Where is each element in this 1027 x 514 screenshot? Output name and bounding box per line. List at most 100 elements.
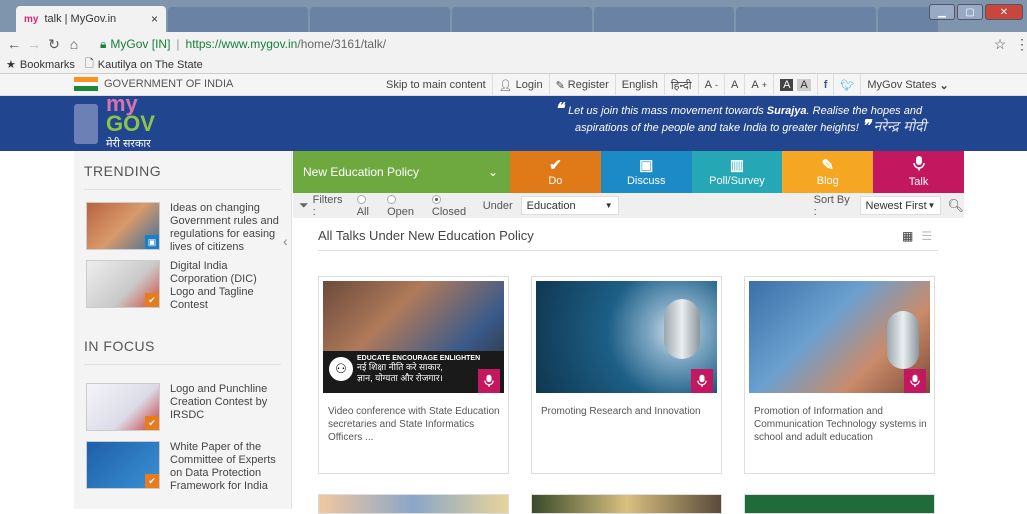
sort-value: Newest First — [865, 199, 927, 212]
url-path: /home/3161/talk/ — [297, 37, 387, 51]
microphone-graphic-icon — [887, 311, 919, 369]
dark-contrast-button[interactable]: A — [780, 79, 794, 91]
policy-dropdown[interactable]: New Education Policy ⌄ — [293, 151, 510, 193]
policy-label: New Education Policy — [303, 165, 420, 179]
talk-card-image — [536, 281, 717, 393]
user-icon: 👤︎ — [498, 79, 513, 92]
tab-label: Talk — [908, 176, 929, 188]
tab-title: talk | MyGov.in — [44, 13, 117, 25]
english-link[interactable]: English — [614, 74, 664, 96]
list-view-icon[interactable]: ☰ — [921, 229, 932, 243]
skip-link[interactable]: Skip to main content — [380, 74, 492, 96]
back-icon[interactable]: ← — [4, 36, 24, 52]
page-icon: 🗋 — [84, 58, 94, 70]
trending-thumbnail: ▣ — [86, 202, 160, 250]
talk-card[interactable]: Promoting Research and Innovation — [531, 276, 722, 474]
in-focus-item[interactable]: ✔ Logo and Punchline Creation Contest by… — [74, 379, 291, 437]
tab-label: Do — [548, 174, 563, 187]
tab-discuss[interactable]: ▣ Discuss — [600, 151, 692, 193]
tab-label: Blog — [816, 174, 839, 187]
login-link[interactable]: 👤︎ Login — [491, 74, 549, 96]
bookmark-item[interactable]: 🗋 Kautilya on The State — [85, 55, 203, 74]
sort-label: Sort By : — [813, 193, 850, 218]
trending-heading: TRENDING — [84, 163, 162, 179]
microphone-icon — [904, 369, 926, 393]
window-controls: ▁ ▢ ✕ — [929, 4, 1023, 20]
menu-icon[interactable]: ⋮ — [1012, 36, 1027, 53]
microphone-icon — [912, 156, 925, 174]
talk-card[interactable] — [531, 494, 722, 514]
close-window-icon[interactable]: ✕ — [985, 4, 1023, 20]
title-divider — [318, 250, 938, 251]
font-decrease-label: A — [704, 79, 712, 91]
india-flag-icon — [74, 77, 98, 92]
radio-icon — [387, 195, 397, 205]
browser-tab-inactive[interactable] — [168, 7, 308, 32]
font-increase-button[interactable]: A + — [744, 74, 773, 96]
browser-tab-inactive[interactable] — [736, 7, 876, 32]
browser-tab-inactive[interactable] — [594, 7, 734, 32]
talk-card[interactable] — [318, 494, 509, 514]
trending-text: Ideas on changing Government rules and r… — [170, 202, 279, 253]
home-icon[interactable]: ⌂ — [64, 36, 84, 52]
lock-icon: 🔒︎ — [100, 36, 107, 51]
browser-tab-inactive[interactable] — [452, 7, 592, 32]
close-tab-icon[interactable]: × — [151, 12, 158, 26]
tab-poll-survey[interactable]: ▥ Poll/Survey — [691, 151, 783, 193]
trending-item[interactable]: ▣ Ideas on changing Government rules and… — [74, 198, 291, 256]
radio-all[interactable]: All — [356, 194, 379, 218]
chevron-down-icon: ⌄ — [939, 79, 949, 92]
search-icon[interactable]: 🔍︎ — [947, 198, 964, 214]
talk-card-caption: Video conference with State Education se… — [328, 406, 500, 443]
tab-do[interactable]: ✔ Do — [510, 151, 601, 193]
view-toggle: ▦ ☰ — [902, 229, 932, 243]
url-input[interactable]: 🔒︎ MyGov [IN] | https://www.mygov.in /ho… — [100, 35, 980, 53]
tab-label: Poll/Survey — [709, 174, 765, 187]
trending-text: Digital India Corporation (DIC) Logo and… — [170, 260, 257, 311]
mygov-logo[interactable]: my GOV मेरी सरकार — [74, 93, 194, 150]
register-link[interactable]: ✎ Register — [548, 74, 615, 96]
bookmark-star-icon[interactable]: ☆ — [990, 36, 1010, 53]
collapse-sidebar-icon[interactable]: ‹ — [283, 233, 288, 249]
bookmark-label: Kautilya on The State — [97, 58, 203, 71]
maximize-icon[interactable]: ▢ — [957, 4, 983, 20]
radio-closed[interactable]: Closed — [431, 194, 476, 218]
radio-open[interactable]: Open — [387, 194, 424, 218]
browser-tab-active[interactable]: my talk | MyGov.in × — [16, 6, 166, 32]
facebook-icon[interactable]: f — [816, 74, 834, 96]
minimize-icon[interactable]: ▁ — [929, 4, 955, 20]
talk-card[interactable] — [744, 494, 935, 514]
font-normal-button[interactable]: A — [724, 74, 744, 96]
light-contrast-button[interactable]: A — [797, 79, 811, 91]
quote-part1: Let us join this mass movement towards — [568, 105, 767, 117]
discuss-icon: ▣ — [639, 156, 654, 174]
forward-icon[interactable]: → — [24, 36, 44, 52]
talk-card[interactable]: ⚇ EDUCATE ENCOURAGE ENLIGHTEN नई शिक्षा … — [318, 276, 509, 474]
bookmarks-button[interactable]: ★ Bookmarks — [6, 58, 75, 72]
hindi-link[interactable]: हिन्दी — [663, 74, 698, 96]
in-focus-text: White Paper of the Committee of Experts … — [170, 441, 276, 492]
microphone-icon — [478, 369, 500, 393]
category-select[interactable]: Education ▼ — [520, 196, 619, 215]
talk-card-image: ⚇ EDUCATE ENCOURAGE ENLIGHTEN नई शिक्षा … — [323, 281, 504, 393]
twitter-icon[interactable]: 🐦︎ — [833, 74, 860, 96]
in-focus-item[interactable]: ✔ White Paper of the Committee of Expert… — [74, 437, 291, 495]
font-decrease-button[interactable]: A- — [697, 74, 724, 96]
tab-blog[interactable]: ✎ Blog — [782, 151, 874, 193]
mygov-states-dropdown[interactable]: MyGov States ⌄ — [860, 74, 954, 96]
tab-talk[interactable]: Talk — [873, 151, 964, 193]
grid-view-icon[interactable]: ▦ — [902, 229, 913, 243]
favicon-icon: my — [24, 13, 39, 25]
bar-chart-icon: ▥ — [729, 156, 745, 174]
gov-top-bar: GOVERNMENT OF INDIA Skip to main content… — [0, 74, 1027, 96]
chevron-down-icon: ⌄ — [487, 165, 498, 179]
sort-select[interactable]: Newest First ▼ — [859, 196, 942, 215]
trending-item[interactable]: ✔ Digital India Corporation (DIC) Logo a… — [74, 256, 291, 314]
tab-label: Discuss — [626, 174, 666, 187]
pencil-icon: ✎ — [555, 79, 565, 92]
register-label: Register — [567, 79, 609, 91]
gov-of-india[interactable]: GOVERNMENT OF INDIA — [74, 77, 233, 92]
talk-card[interactable]: Promotion of Information and Communicati… — [744, 276, 935, 474]
browser-tab-inactive[interactable] — [310, 7, 450, 32]
reload-icon[interactable]: ↻ — [44, 36, 64, 53]
